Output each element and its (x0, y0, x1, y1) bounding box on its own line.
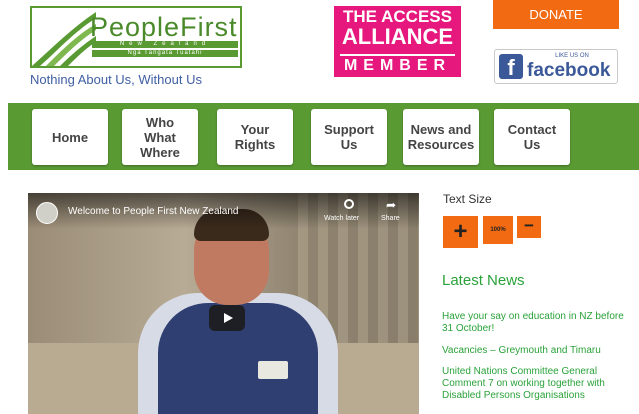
nav-contact-label: Contact Us (507, 122, 557, 152)
news-link[interactable]: Vacancies – Greymouth and Timaru (442, 345, 627, 357)
nav-home-label: Home (51, 129, 89, 145)
donate-button[interactable]: DONATE (493, 0, 619, 29)
nav-news-label: News and Resources (407, 122, 475, 152)
logo-subtitle: New Zealand (92, 41, 238, 48)
nav-rights-label: Your Rights (234, 122, 276, 152)
news-link[interactable]: United Nations Committee General Comment… (442, 366, 627, 402)
news-link[interactable]: Have your say on education in NZ before … (442, 311, 627, 335)
nav-contact-us[interactable]: Contact Us (494, 109, 570, 165)
logo-stripes-icon (32, 12, 96, 66)
nav-news-and-resources[interactable]: News and Resources (403, 109, 479, 165)
main-navigation: Home Who What Where Your Rights Support … (8, 103, 639, 170)
channel-avatar[interactable] (36, 202, 58, 224)
text-size-label: Text Size (443, 192, 492, 206)
nav-home[interactable]: Home (32, 109, 108, 165)
access-line-3: MEMBER (340, 54, 455, 75)
nav-your-rights[interactable]: Your Rights (217, 109, 293, 165)
nav-support-us[interactable]: Support Us (311, 109, 387, 165)
decrease-text-button[interactable]: − (517, 216, 541, 238)
logo-maori-subtitle: Ngā Tāngata Tuatahi (92, 50, 238, 57)
video-player[interactable]: Welcome to People First New Zealand Watc… (28, 193, 419, 414)
access-alliance-badge[interactable]: THE ACCESS ALLIANCE MEMBER (334, 6, 461, 77)
logo-name: PeopleFirst (90, 12, 238, 42)
latest-news-heading: Latest News (442, 272, 525, 289)
play-icon[interactable] (224, 313, 233, 323)
access-line-2: ALLIANCE (341, 24, 454, 49)
nav-who-what-where[interactable]: Who What Where (122, 109, 198, 165)
share-label[interactable]: Share (381, 215, 400, 222)
nav-who-label: Who What Where (140, 114, 180, 160)
increase-text-button[interactable]: + (443, 216, 478, 248)
facebook-button[interactable]: f LIKE US ON facebook (494, 49, 618, 84)
people-first-logo[interactable]: PeopleFirst New Zealand Ngā Tāngata Tuat… (30, 6, 242, 68)
video-person-badge (258, 361, 288, 379)
video-title[interactable]: Welcome to People First New Zealand (68, 206, 238, 217)
nav-support-label: Support Us (324, 122, 374, 152)
reset-text-button[interactable]: 100% (483, 216, 513, 244)
clock-icon[interactable] (344, 199, 354, 209)
share-icon[interactable]: ➦ (386, 198, 396, 212)
tagline: Nothing About Us, Without Us (30, 72, 202, 87)
facebook-like-text: LIKE US ON (555, 53, 589, 59)
facebook-icon: f (499, 54, 523, 80)
facebook-wordmark: facebook (527, 60, 611, 81)
watch-later-label[interactable]: Watch later (324, 215, 359, 222)
